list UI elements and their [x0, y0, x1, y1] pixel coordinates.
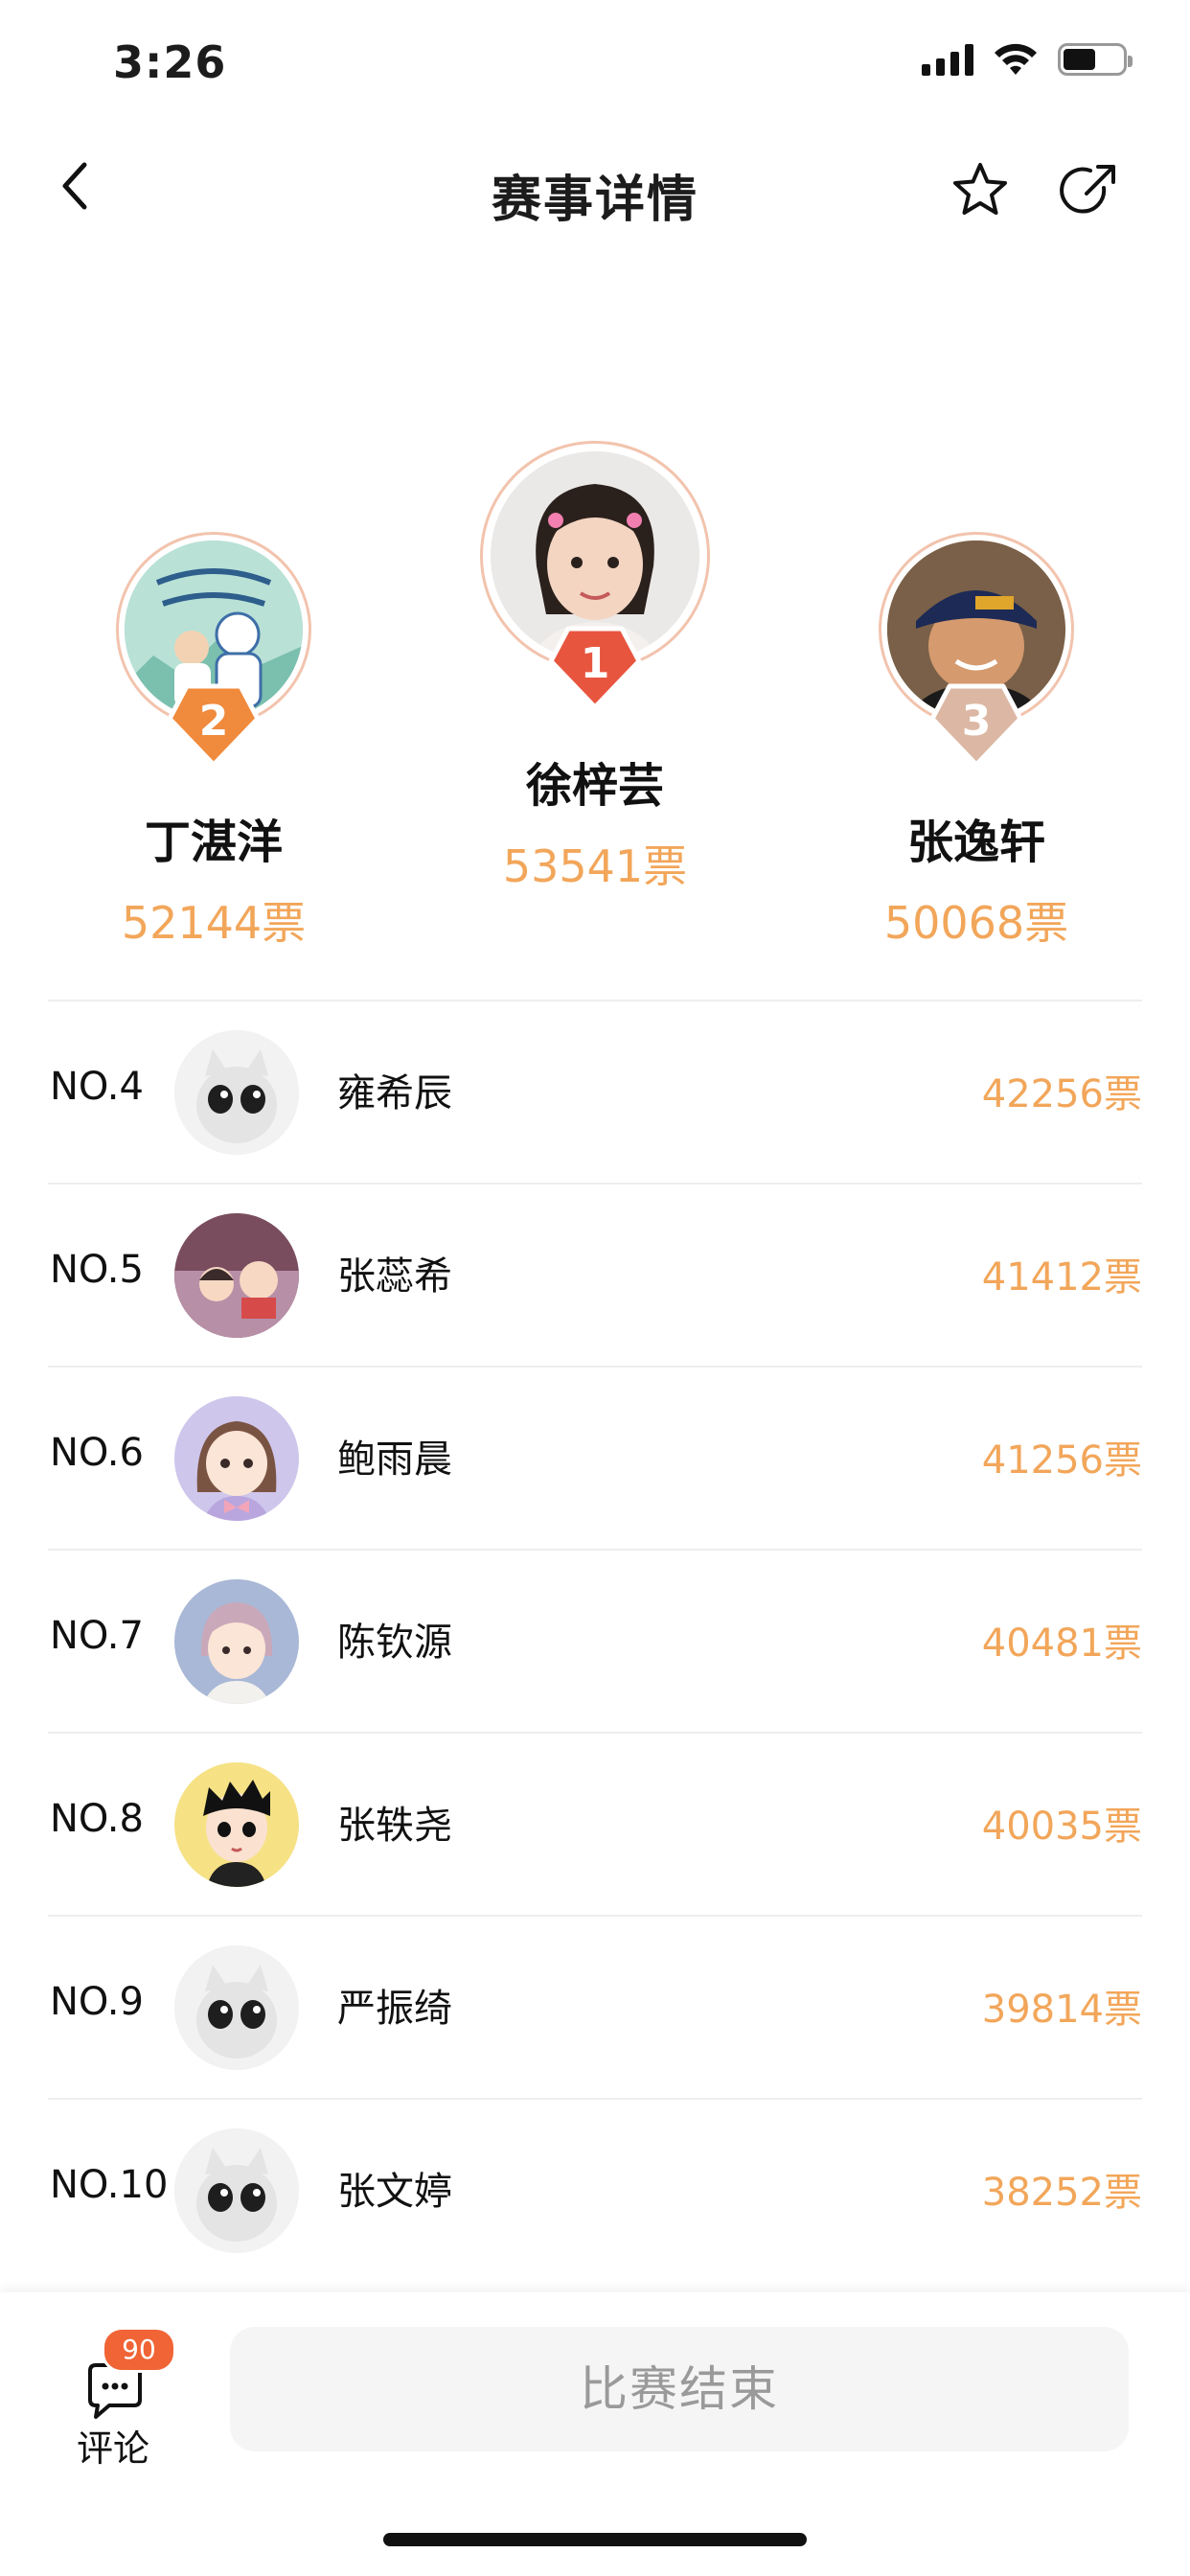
vote-count: 40481票 — [981, 1622, 1142, 1666]
contestant-name: 张文婷 — [337, 2170, 452, 2214]
cellular-signal-icon — [922, 43, 973, 76]
share-icon[interactable] — [1058, 159, 1121, 222]
contestant-name: 雍希辰 — [337, 1071, 452, 1116]
default-avatar-icon — [174, 2128, 299, 2253]
podium-votes: 50068票 — [883, 897, 1069, 949]
battery-icon — [1058, 43, 1133, 76]
rank-label: NO.9 — [50, 1980, 144, 2024]
rank-badge-number: 3 — [961, 697, 992, 746]
vote-count: 38252票 — [981, 2171, 1142, 2215]
vote-count: 41256票 — [981, 1438, 1142, 1483]
default-avatar-icon — [174, 1945, 299, 2070]
vote-count: 41412票 — [981, 1255, 1142, 1300]
contestant-name: 严振绮 — [337, 1987, 452, 2031]
avatar — [174, 1762, 299, 1887]
avatar — [174, 2128, 299, 2253]
status-bar: 3:26 — [0, 0, 1190, 126]
vote-count: 39814票 — [981, 1988, 1142, 2032]
ranking-list: NO.4 雍希辰 42256票 NO.5 张蕊希 41412票 NO.6 鲍雨晨… — [48, 1000, 1142, 2281]
cartoon-avatar — [174, 1213, 299, 1338]
rank-badge-number: 2 — [198, 697, 229, 746]
default-avatar-icon — [174, 1030, 299, 1155]
avatar — [174, 1579, 299, 1704]
contestant-name: 鲍雨晨 — [337, 1438, 452, 1482]
podium-third[interactable]: 3 张逸轩 50068票 — [863, 532, 1089, 952]
comment-label: 评论 — [77, 2427, 150, 2470]
rank-badge-number: 1 — [580, 639, 610, 688]
home-indicator — [383, 2533, 807, 2546]
podium-votes: 53541票 — [502, 840, 688, 892]
contestant-name: 张轶尧 — [337, 1804, 452, 1848]
star-icon[interactable] — [949, 159, 1012, 222]
list-item[interactable]: NO.10 张文婷 38252票 — [48, 2098, 1142, 2281]
cartoon-avatar — [174, 1762, 299, 1887]
cartoon-avatar — [174, 1579, 299, 1704]
comment-button[interactable]: 90 评论 — [67, 2327, 176, 2470]
status-time: 3:26 — [113, 36, 227, 88]
vote-count: 40035票 — [981, 1805, 1142, 1849]
rank-label: NO.4 — [50, 1065, 144, 1109]
match-ended-button[interactable]: 比赛结束 — [230, 2327, 1129, 2451]
contestant-name: 张蕊希 — [337, 1254, 452, 1299]
avatar — [174, 1030, 299, 1155]
comment-count-badge: 90 — [102, 2327, 176, 2373]
avatar — [174, 1213, 299, 1338]
list-item[interactable]: NO.4 雍希辰 42256票 — [48, 1000, 1142, 1183]
rank-label: NO.8 — [50, 1797, 144, 1841]
contestant-name: 陈钦源 — [337, 1621, 452, 1665]
rank-label: NO.7 — [50, 1614, 144, 1658]
wifi-icon — [995, 43, 1037, 75]
list-item[interactable]: NO.9 严振绮 39814票 — [48, 1915, 1142, 2098]
rank-label: NO.10 — [50, 2163, 169, 2207]
podium-name: 徐梓芸 — [525, 759, 664, 813]
podium-name: 张逸轩 — [906, 816, 1045, 869]
list-item[interactable]: NO.5 张蕊希 41412票 — [48, 1183, 1142, 1366]
podium-first[interactable]: 1 徐梓芸 53541票 — [465, 441, 725, 895]
list-item[interactable]: NO.8 张轶尧 40035票 — [48, 1732, 1142, 1915]
status-icons — [922, 42, 1133, 77]
list-item[interactable]: NO.7 陈钦源 40481票 — [48, 1549, 1142, 1732]
avatar — [174, 1396, 299, 1521]
podium-name: 丁湛洋 — [144, 816, 283, 869]
rank-label: NO.5 — [50, 1248, 144, 1292]
cartoon-avatar — [174, 1396, 299, 1521]
list-item[interactable]: NO.6 鲍雨晨 41256票 — [48, 1366, 1142, 1549]
nav-bar: 赛事详情 — [0, 134, 1190, 249]
avatar — [174, 1945, 299, 2070]
podium-second[interactable]: 2 丁湛洋 52144票 — [101, 532, 327, 952]
rank-label: NO.6 — [50, 1431, 144, 1475]
vote-count: 42256票 — [981, 1072, 1142, 1116]
podium-votes: 52144票 — [121, 897, 307, 949]
